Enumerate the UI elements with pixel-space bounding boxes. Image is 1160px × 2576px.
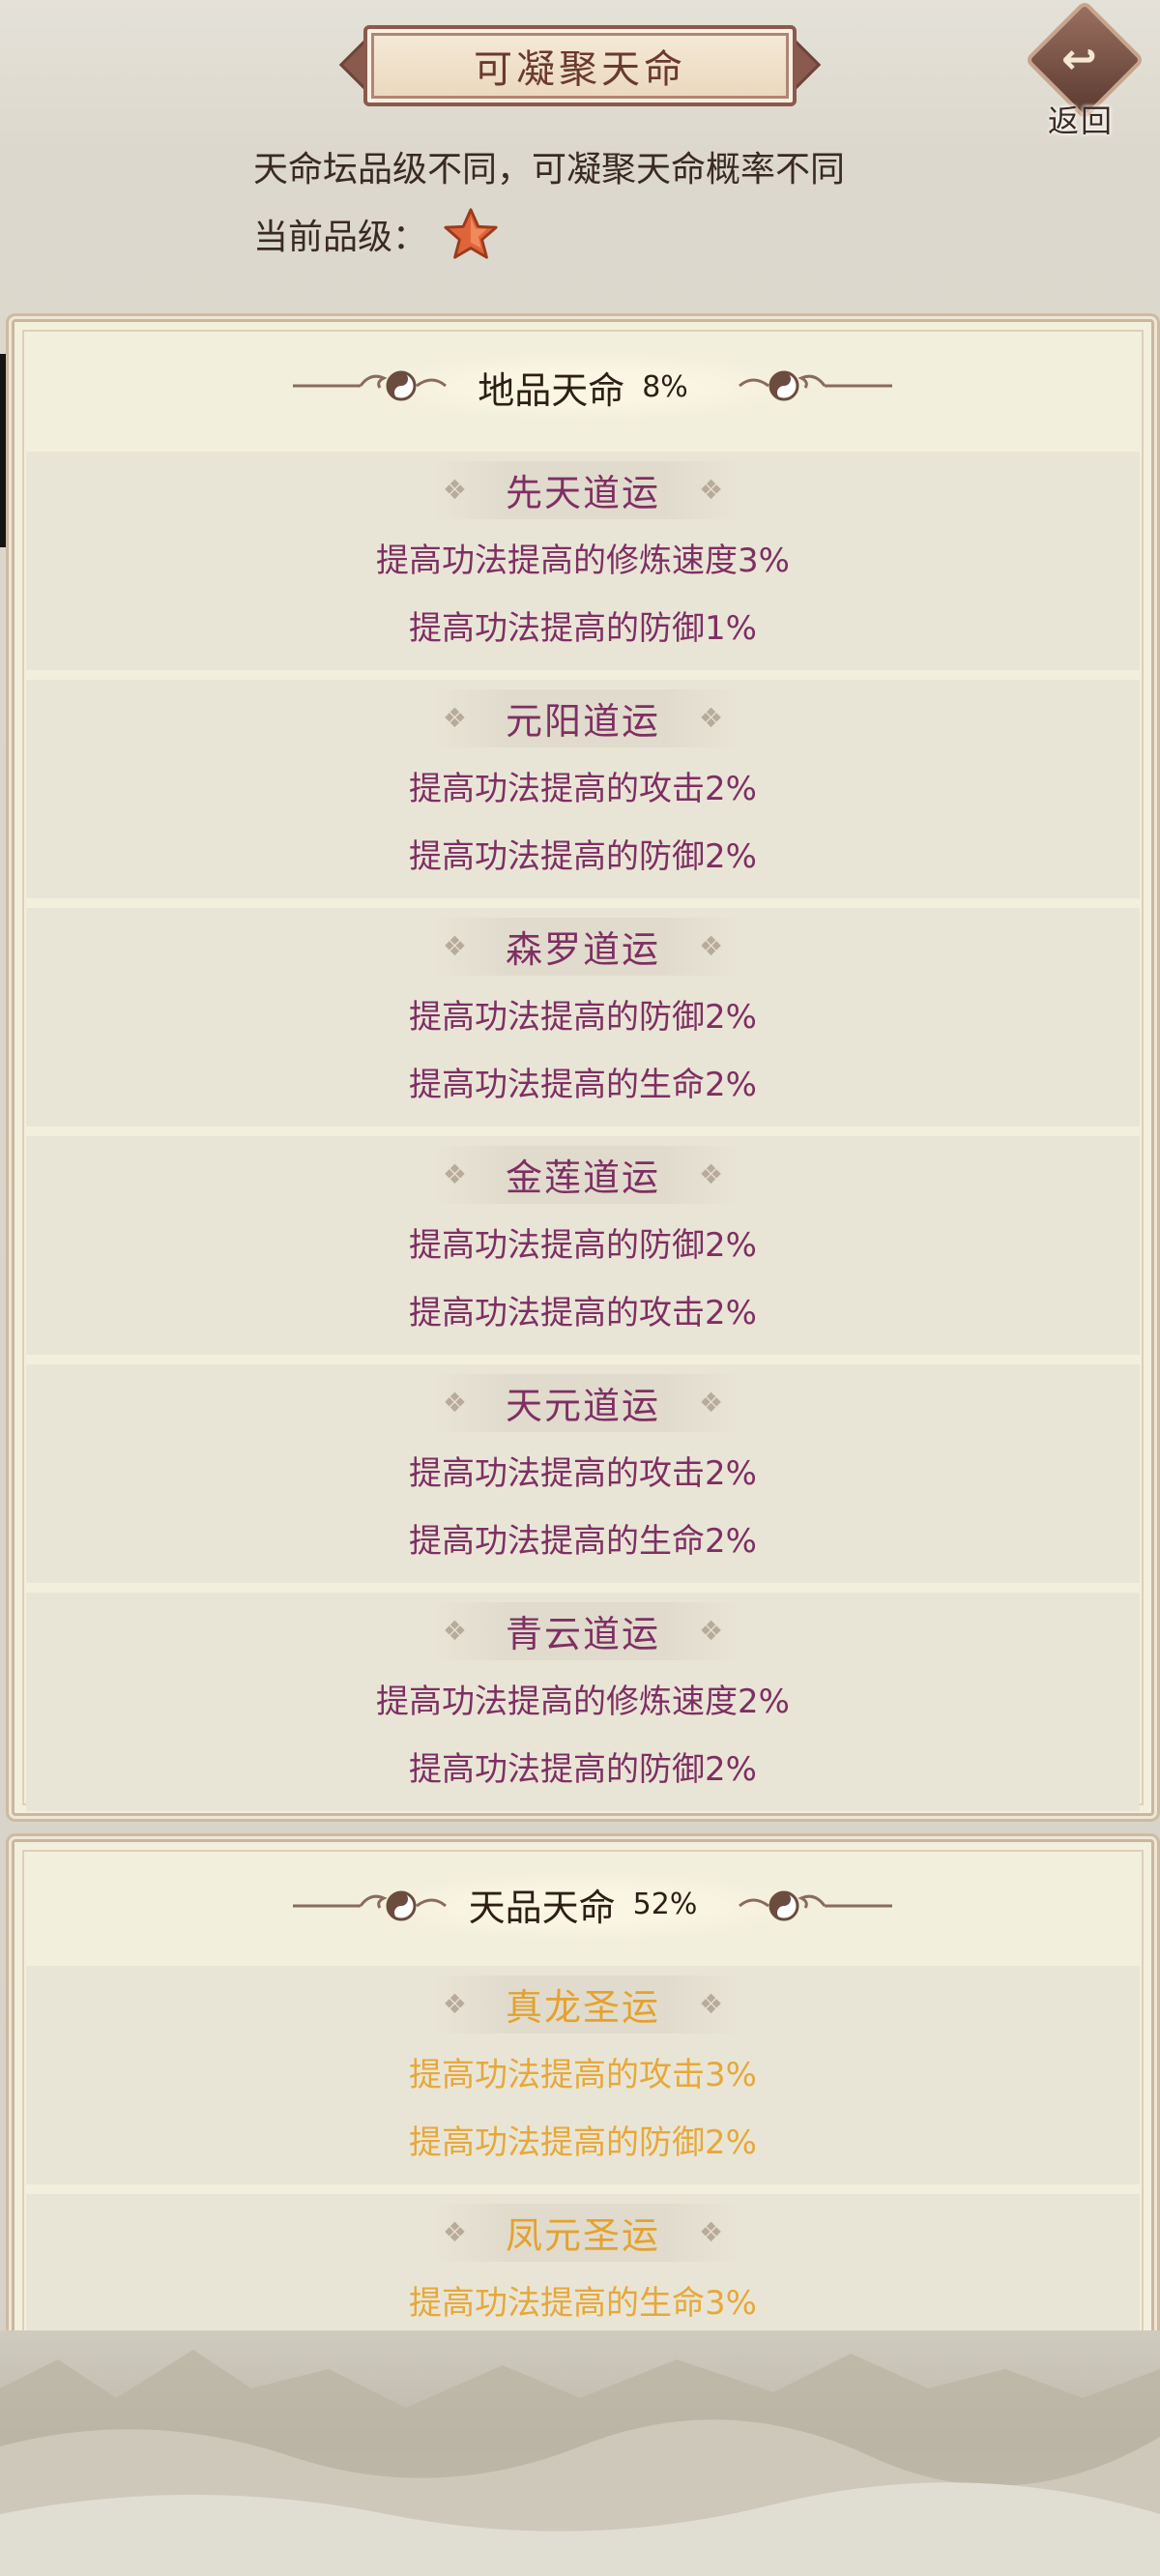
grade-name: 地品天命 <box>478 368 625 412</box>
back-arrow-icon: ↩ <box>1061 35 1097 84</box>
destiny-card: ❖ 真龙圣运 ❖ 提高功法提高的攻击3% 提高功法提高的防御2% <box>26 1966 1140 2184</box>
card-title: 森罗道运 <box>505 927 660 971</box>
panel-header: 地品天命 8% <box>14 322 1151 452</box>
card-title-row: ❖ 真龙圣运 ❖ <box>26 1966 1140 2041</box>
diamond-deco-icon: ❖ <box>442 1157 467 1190</box>
card-effect: 提高功法提高的攻击3% <box>409 2056 757 2094</box>
panel-heaven-grade: 天品天命 52% ❖ 真龙圣运 ❖ 提高功法提高的攻击3% 提高功法提高的防御2… <box>12 1839 1154 2413</box>
card-title-row: ❖ 青云道运 ❖ <box>26 1593 1140 1668</box>
card-title: 先天道运 <box>505 471 660 514</box>
panel-earth-grade: 地品天命 8% ❖ 先天道运 ❖ 提高功法提高的修炼速度3% 提高功法提高的防御… <box>12 319 1154 1816</box>
card-title-row: ❖ 先天道运 ❖ <box>26 452 1140 527</box>
destiny-card: ❖ 元阳道运 ❖ 提高功法提高的攻击2% 提高功法提高的防御2% <box>26 680 1140 898</box>
title-banner: 可凝聚天命 <box>338 25 822 106</box>
diamond-deco-icon: ❖ <box>699 473 724 506</box>
card-title-row: ❖ 森罗道运 ❖ <box>26 908 1140 983</box>
diamond-deco-icon: ❖ <box>442 1614 467 1647</box>
diamond-deco-icon: ❖ <box>442 1386 467 1419</box>
destiny-card: ❖ 金莲道运 ❖ 提高功法提高的防御2% 提高功法提高的攻击2% <box>26 1136 1140 1355</box>
diamond-deco-icon: ❖ <box>699 929 724 962</box>
destiny-card: ❖ 先天道运 ❖ 提高功法提高的修炼速度3% 提高功法提高的防御1% <box>26 452 1140 670</box>
star-icon <box>444 208 498 259</box>
card-effect: 提高功法提高的防御1% <box>409 609 757 648</box>
taiji-scroll-ornament-icon <box>293 370 447 401</box>
taiji-scroll-ornament-icon <box>293 1890 447 1921</box>
taiji-scroll-ornament-icon <box>739 1890 892 1921</box>
destiny-card: ❖ 天元道运 ❖ 提高功法提高的攻击2% 提高功法提高的生命2% <box>26 1364 1140 1583</box>
diamond-deco-icon: ❖ <box>442 1987 467 2020</box>
mountain-scenery <box>0 2330 1160 2576</box>
diamond-deco-icon: ❖ <box>699 1386 724 1419</box>
card-effect: 提高功法提高的攻击2% <box>409 770 757 808</box>
card-title: 真龙圣运 <box>505 1985 660 2029</box>
card-effect: 提高功法提高的防御2% <box>409 1750 757 1789</box>
destiny-card: ❖ 青云道运 ❖ 提高功法提高的修炼速度2% 提高功法提高的防御2% <box>26 1593 1140 1811</box>
taiji-scroll-ornament-icon <box>739 370 892 401</box>
diamond-deco-icon: ❖ <box>442 701 467 734</box>
intro-text: 天命坛品级不同，可凝聚天命概率不同 <box>253 150 846 190</box>
back-button[interactable]: ↩ 返回 <box>1024 0 1146 139</box>
card-effect: 提高功法提高的攻击2% <box>409 1454 757 1493</box>
diamond-deco-icon: ❖ <box>442 929 467 962</box>
card-effect: 提高功法提高的防御2% <box>409 1226 757 1265</box>
grade-percent: 52% <box>632 1887 698 1921</box>
card-title: 凤元圣运 <box>505 2213 660 2257</box>
back-button-label: 返回 <box>1048 102 1115 139</box>
grade-percent: 8% <box>642 369 688 404</box>
diamond-deco-icon: ❖ <box>442 2215 467 2248</box>
card-effect: 提高功法提高的攻击2% <box>409 1294 757 1332</box>
card-title: 青云道运 <box>505 1612 660 1655</box>
grade-name: 天品天命 <box>468 1886 616 1929</box>
card-effect: 提高功法提高的防御2% <box>409 837 757 876</box>
card-title-row: ❖ 天元道运 ❖ <box>26 1364 1140 1440</box>
card-effect: 提高功法提高的修炼速度2% <box>376 1683 790 1721</box>
card-list: ❖ 先天道运 ❖ 提高功法提高的修炼速度3% 提高功法提高的防御1% ❖ 元阳道… <box>14 452 1151 1811</box>
card-title: 元阳道运 <box>505 699 660 743</box>
mountain-silhouette <box>0 2350 1160 2576</box>
card-title-row: ❖ 金莲道运 ❖ <box>26 1136 1140 1212</box>
card-effect: 提高功法提高的防御2% <box>409 2123 757 2162</box>
card-title: 金莲道运 <box>505 1156 660 1199</box>
diamond-deco-icon: ❖ <box>699 701 724 734</box>
card-effect: 提高功法提高的修炼速度3% <box>376 542 790 580</box>
diamond-deco-icon: ❖ <box>699 2215 724 2248</box>
diamond-deco-icon: ❖ <box>699 1157 724 1190</box>
panel-header: 天品天命 52% <box>14 1842 1151 1966</box>
card-title-row: ❖ 凤元圣运 ❖ <box>26 2194 1140 2269</box>
card-effect: 提高功法提高的生命2% <box>409 1066 757 1104</box>
card-effect: 提高功法提高的生命3% <box>409 2284 757 2323</box>
card-title: 天元道运 <box>505 1384 660 1427</box>
diamond-deco-icon: ❖ <box>699 1614 724 1647</box>
card-effect: 提高功法提高的生命2% <box>409 1522 757 1561</box>
destiny-card: ❖ 森罗道运 ❖ 提高功法提高的防御2% 提高功法提高的生命2% <box>26 908 1140 1127</box>
card-effect: 提高功法提高的防御2% <box>409 998 757 1037</box>
grade-label: 当前品级： <box>253 218 428 257</box>
diamond-deco-icon: ❖ <box>442 473 467 506</box>
card-title-row: ❖ 元阳道运 ❖ <box>26 680 1140 755</box>
page-title: 可凝聚天命 <box>474 47 686 92</box>
diamond-deco-icon: ❖ <box>699 1987 724 2020</box>
current-grade-row: 当前品级： <box>253 205 499 263</box>
